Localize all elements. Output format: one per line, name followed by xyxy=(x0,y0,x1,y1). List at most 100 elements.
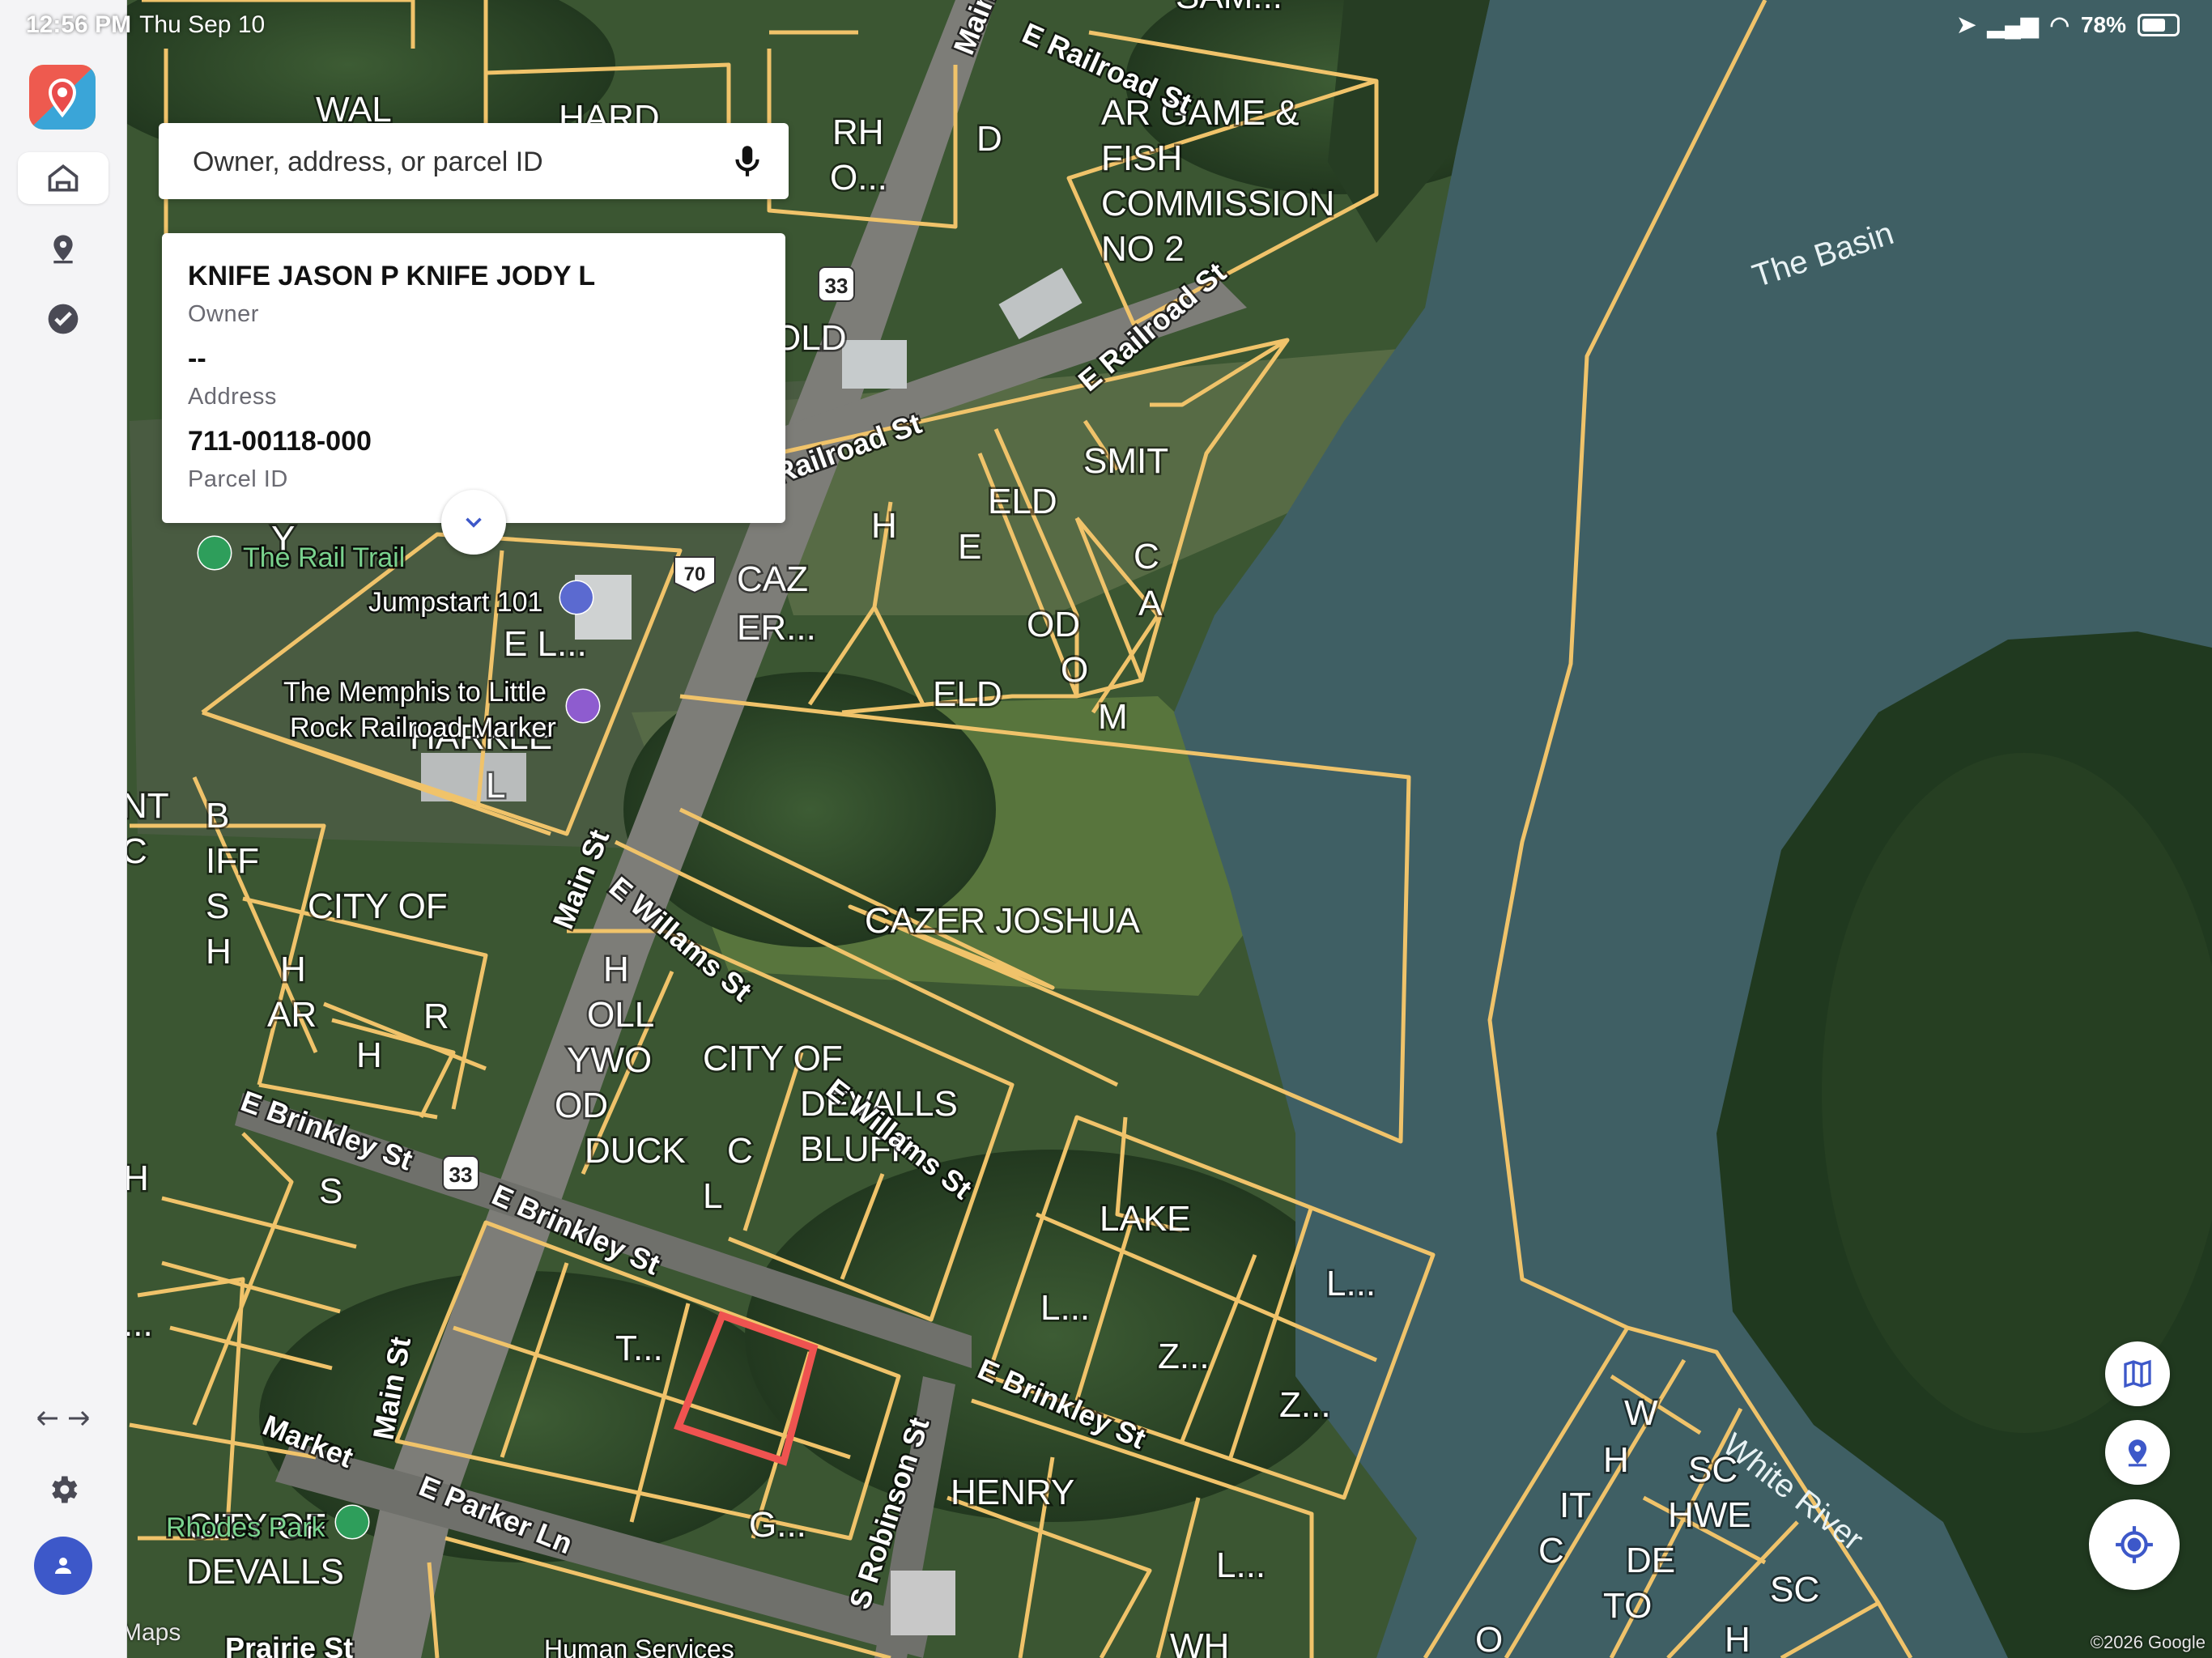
home-icon xyxy=(48,164,79,192)
parcel-label: L... xyxy=(1040,1288,1090,1328)
parcel-label: E xyxy=(958,527,981,567)
parcel-label: ... xyxy=(123,1304,153,1344)
parcel-label: H xyxy=(871,506,897,546)
map-copyright: ©2026 Google xyxy=(2090,1632,2206,1652)
map-pin-icon xyxy=(2128,1439,2147,1467)
parcel-label: NT xyxy=(121,786,169,826)
address-value: -- xyxy=(188,343,206,374)
parcel-label: T... xyxy=(615,1329,663,1368)
parcel-label: M xyxy=(1098,697,1128,737)
parcel-label: H xyxy=(1603,1440,1629,1480)
parcel-label: W xyxy=(1624,1393,1658,1433)
crosshair-icon xyxy=(2116,1526,2153,1563)
parcel-label: G... xyxy=(749,1505,806,1545)
parcel-label: WH xyxy=(1170,1626,1229,1658)
parcel-label: SC xyxy=(1770,1570,1819,1609)
chevron-down-icon xyxy=(466,517,482,528)
parcel-label: L xyxy=(703,1176,722,1216)
route-shield: 33 xyxy=(818,266,855,302)
sidebar-item-places[interactable] xyxy=(18,223,108,274)
check-circle-icon xyxy=(48,304,79,334)
park-icon xyxy=(197,535,232,571)
poi-label: Rhodes Park xyxy=(166,1512,326,1543)
parcel-label: ELD xyxy=(933,674,1002,714)
parcel-label: ER... xyxy=(737,608,816,648)
parcel-label: Z... xyxy=(1279,1385,1331,1425)
parcel-label: OD xyxy=(1027,605,1080,644)
google-maps-label: Maps xyxy=(121,1619,181,1646)
search-bar xyxy=(159,123,789,199)
owner-label: Owner xyxy=(188,301,259,327)
parcel-label: S xyxy=(319,1171,342,1211)
parcel-label: COMMISSION xyxy=(1101,184,1334,223)
parcel-label: TO xyxy=(1603,1586,1652,1626)
parcel-id-value: 711-00118-000 xyxy=(188,426,372,457)
parcel-label: L xyxy=(486,766,505,806)
collapse-card-button[interactable] xyxy=(441,490,506,555)
parcel-label: CAZ xyxy=(737,559,808,599)
parcel-id-label: Parcel ID xyxy=(188,466,288,492)
microphone-icon[interactable] xyxy=(727,141,768,181)
svg-text:70: 70 xyxy=(684,563,706,585)
locate-me-button[interactable] xyxy=(2089,1499,2180,1590)
parcel-label: H xyxy=(206,932,232,971)
parcel-label: C xyxy=(727,1131,753,1171)
parcel-label: AR xyxy=(267,995,317,1035)
poi-label: The Memphis to Little xyxy=(283,677,547,708)
parcel-label: NO 2 xyxy=(1101,229,1185,269)
parcel-label: H xyxy=(1725,1620,1750,1658)
poi-label: The Rail Trail xyxy=(243,542,405,573)
parcel-label: ELD xyxy=(988,482,1057,521)
parcel-label: CAZER JOSHUA xyxy=(865,901,1140,941)
parcel-label: B xyxy=(206,796,229,835)
landmark-icon xyxy=(565,688,601,724)
parcel-info-card[interactable]: KNIFE JASON P KNIFE JODY L Owner -- Addr… xyxy=(162,233,785,523)
svg-text:33: 33 xyxy=(449,1163,473,1187)
parcel-label: O xyxy=(1061,650,1088,690)
svg-text:33: 33 xyxy=(825,274,849,298)
parcel-label: L... xyxy=(1326,1264,1376,1303)
parcel-label: SMIT xyxy=(1083,441,1168,481)
parcel-label: HENRY xyxy=(951,1473,1074,1512)
arrows-left-right-icon xyxy=(36,1410,90,1426)
parcel-label: CITY OF xyxy=(308,886,448,926)
sidebar-item-home[interactable] xyxy=(18,152,108,204)
parcel-label: IFF xyxy=(206,841,259,881)
gear-icon xyxy=(52,1476,78,1503)
poi-label: Jumpstart 101 xyxy=(368,587,542,618)
parcel-label: O... xyxy=(830,158,887,198)
parcel-label: H xyxy=(280,950,306,989)
search-input[interactable] xyxy=(191,141,713,183)
parcel-label: E L... xyxy=(504,624,587,664)
parcel-label: H xyxy=(603,950,629,989)
park-icon xyxy=(334,1504,370,1540)
parcel-label: RH xyxy=(832,113,884,152)
parcel-label: HWE xyxy=(1668,1495,1751,1535)
sidebar-item-tasks[interactable] xyxy=(18,293,108,345)
parcel-label: DE xyxy=(1626,1541,1675,1580)
owner-value: KNIFE JASON P KNIFE JODY L xyxy=(188,261,596,291)
gas-station-icon xyxy=(559,580,594,615)
parcel-label: OD xyxy=(555,1086,608,1125)
parcel-label: AR GAME & xyxy=(1101,93,1300,133)
drop-pin-button[interactable] xyxy=(2105,1420,2170,1485)
route-shield: 33 xyxy=(442,1155,479,1191)
expand-sidebar-button[interactable] xyxy=(18,1392,108,1444)
parcel-label: R xyxy=(423,997,449,1036)
parcel-label: D xyxy=(976,119,1002,159)
settings-button[interactable] xyxy=(18,1464,108,1516)
map-icon xyxy=(2124,1359,2151,1388)
parcel-label: IT xyxy=(1559,1486,1591,1525)
parcel-label: DEVALLS xyxy=(186,1552,344,1592)
account-avatar[interactable] xyxy=(34,1537,92,1595)
parcel-label: SAM... xyxy=(1176,0,1283,16)
parcel-label: CITY OF xyxy=(703,1039,843,1078)
parcel-label: OLL xyxy=(587,995,654,1035)
map-pin-icon xyxy=(53,235,73,264)
map-layers-button[interactable] xyxy=(2105,1341,2170,1406)
parcel-label: S xyxy=(206,886,229,926)
parcel-label: O xyxy=(1475,1620,1503,1658)
street-label: Human Services xyxy=(544,1635,734,1658)
user-icon xyxy=(55,1558,71,1574)
parcel-label: A xyxy=(1138,584,1163,623)
